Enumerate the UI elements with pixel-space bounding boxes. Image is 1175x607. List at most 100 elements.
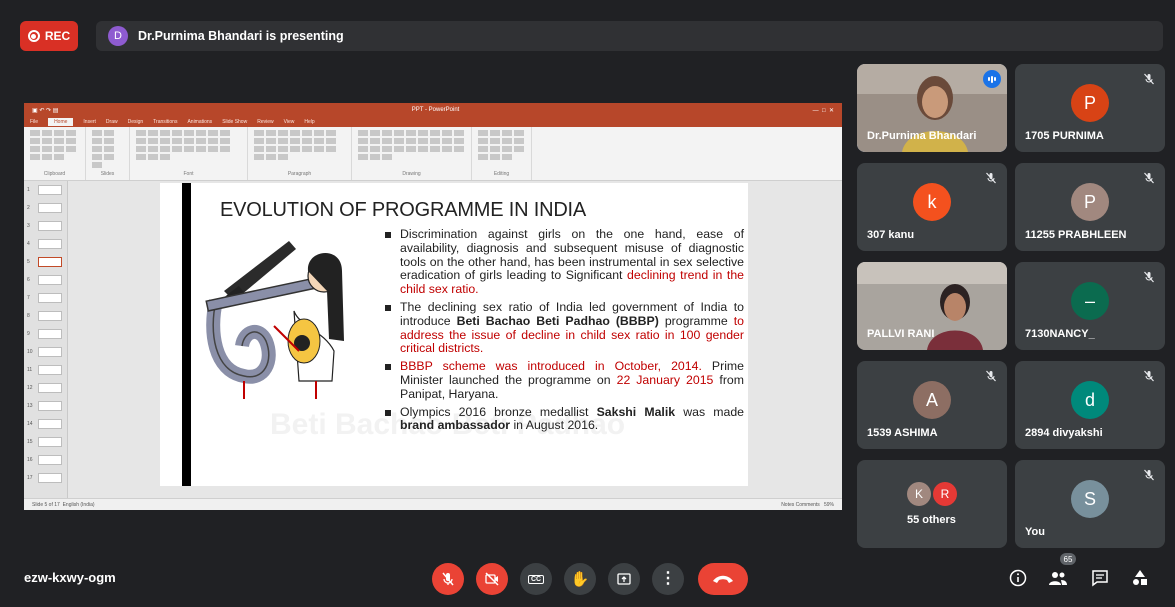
participant-tile[interactable]: d 2894 divyakshi <box>1015 361 1165 449</box>
participant-tile[interactable]: Dr.Purnima Bhandari <box>857 64 1007 152</box>
slide-thumbnail[interactable] <box>38 275 62 285</box>
slide-thumb-number: 4 <box>27 241 30 247</box>
participant-tile[interactable]: – 7130NANCY_ <box>1015 262 1165 350</box>
bullet-4: Olympics 2016 bronze medallist Sakshi Ma… <box>384 404 744 434</box>
participant-tile[interactable]: A 1539 ASHIMA <box>857 361 1007 449</box>
slide-thumbnail[interactable] <box>38 293 62 303</box>
ppt-title-bar: ▣ ↶ ↷ ▤ PPT - PowerPoint — □ ✕ <box>24 103 842 117</box>
meeting-details-button[interactable] <box>1006 566 1030 590</box>
ribbon-group-font: Font <box>130 127 248 180</box>
ppt-status-left: Slide 5 of 17 English (India) <box>32 502 95 508</box>
ppt-tab-insert[interactable]: Insert <box>83 119 96 125</box>
ribbon-group-label: Clipboard <box>43 171 66 177</box>
slide-thumbnail[interactable] <box>38 347 62 357</box>
bullet-3-highlight: BBBP scheme was introduced in October, 2… <box>400 359 702 374</box>
hand-icon: ✋ <box>570 571 590 588</box>
participant-name: You <box>1025 526 1045 538</box>
participant-tile[interactable]: S You <box>1015 460 1165 548</box>
bullet-4-bold-2: brand ambassador <box>400 418 511 433</box>
mic-off-icon <box>442 572 454 586</box>
participant-name: Dr.Purnima Bhandari <box>867 130 977 142</box>
slide-thumbnail[interactable] <box>38 257 62 267</box>
slide-thumbnail[interactable] <box>38 473 62 483</box>
participant-name: 1705 PURNIMA <box>1025 130 1104 142</box>
people-button[interactable] <box>1046 566 1070 590</box>
hang-up-icon <box>713 575 733 583</box>
more-options-button[interactable]: ⋮ <box>652 563 684 595</box>
participant-avatar: d <box>1071 381 1109 419</box>
beti-bachao-illustration <box>205 241 344 399</box>
ppt-tab-slide-show[interactable]: Slide Show <box>222 119 247 125</box>
slide-thumbnail[interactable] <box>38 221 62 231</box>
ppt-tab-draw[interactable]: Draw <box>106 119 118 125</box>
mic-off-icon <box>1143 468 1155 481</box>
activities-icon <box>1133 570 1147 585</box>
ribbon-group-icons[interactable] <box>478 130 525 160</box>
ribbon-group-paragraph: Paragraph <box>248 127 352 180</box>
participant-tile[interactable]: P 11255 PRABHLEEN <box>1015 163 1165 251</box>
ppt-ribbon: Clipboard Slides Font Paragraph Drawing Editi… <box>24 127 842 181</box>
participant-tile[interactable]: P 1705 PURNIMA <box>1015 64 1165 152</box>
slide-thumb-number: 12 <box>27 385 33 391</box>
slide-thumbnail[interactable] <box>38 455 62 465</box>
slide-thumbnail[interactable] <box>38 383 62 393</box>
presenting-text: Dr.Purnima Bhandari is presenting <box>138 29 344 43</box>
participant-name: 307 kanu <box>867 229 915 241</box>
ppt-tab-review[interactable]: Review <box>257 119 273 125</box>
bullet-4-text-2: was made <box>675 404 744 419</box>
slide-thumbnail[interactable] <box>38 185 62 195</box>
shared-screen: ▣ ↶ ↷ ▤ PPT - PowerPoint — □ ✕ File Home I… <box>24 103 842 510</box>
ppt-tab-help[interactable]: Help <box>304 119 314 125</box>
participant-avatar: R <box>933 482 957 506</box>
participant-name: 55 others <box>907 514 956 526</box>
bullet-1: Discrimination against girls on the one … <box>384 227 744 297</box>
ppt-language: English (India) <box>62 501 95 508</box>
slide-thumb-number: 7 <box>27 295 30 301</box>
slide-thumb-number: 6 <box>27 277 30 283</box>
slide-thumbnail[interactable] <box>38 311 62 321</box>
present-button[interactable] <box>608 563 640 595</box>
ppt-tab-home[interactable]: Home <box>48 118 74 126</box>
slide-thumbnail[interactable] <box>38 401 62 411</box>
participant-tile[interactable]: K R 55 others <box>857 460 1007 548</box>
chat-button[interactable] <box>1088 566 1112 590</box>
ribbon-group-icons[interactable] <box>30 130 79 160</box>
ppt-tab-design[interactable]: Design <box>128 119 144 125</box>
ppt-tab-view[interactable]: View <box>284 119 295 125</box>
participant-avatar: P <box>1071 84 1109 122</box>
participant-avatar: K <box>907 482 931 506</box>
slide-thumbnail[interactable] <box>38 329 62 339</box>
ppt-tab-animations[interactable]: Animations <box>187 119 212 125</box>
ppt-tab-transitions[interactable]: Transitions <box>153 119 177 125</box>
participant-tile[interactable]: PALLVI RANI <box>857 262 1007 350</box>
raise-hand-button[interactable]: ✋ <box>564 563 596 595</box>
ribbon-group-icons[interactable] <box>92 130 123 168</box>
ribbon-group-label: Editing <box>493 171 510 177</box>
participant-avatar: A <box>913 381 951 419</box>
ribbon-group-icons[interactable] <box>136 130 241 160</box>
mic-toggle-button[interactable] <box>432 563 464 595</box>
slide-thumbnail[interactable] <box>38 365 62 375</box>
activities-button[interactable] <box>1128 566 1152 590</box>
slide-thumb-number: 13 <box>27 403 33 409</box>
slide-thumbnail[interactable] <box>38 437 62 447</box>
slide-thumbnail[interactable] <box>38 419 62 429</box>
ribbon-group-clipboard: Clipboard <box>24 127 86 180</box>
participant-tile[interactable]: k 307 kanu <box>857 163 1007 251</box>
slide-thumbnail[interactable] <box>38 203 62 213</box>
bullet-2: The declining sex ratio of India led gov… <box>384 300 744 356</box>
record-icon <box>27 30 40 42</box>
ribbon-group-label: Drawing <box>402 171 421 177</box>
participant-avatar: S <box>1071 480 1109 518</box>
leave-call-button[interactable] <box>698 563 748 595</box>
participant-name: 2894 divyakshi <box>1025 427 1103 439</box>
bullet-2-bold: Beti Bachao Beti Padhao (BBBP) <box>456 313 659 328</box>
captions-button[interactable]: CC <box>520 563 552 595</box>
ppt-tab-file[interactable]: File <box>30 119 38 125</box>
slide-thumbnail[interactable] <box>38 239 62 249</box>
ribbon-group-icons[interactable] <box>254 130 345 160</box>
participant-avatar: – <box>1071 282 1109 320</box>
ribbon-group-icons[interactable] <box>358 130 465 160</box>
mic-off-icon <box>1143 171 1155 184</box>
camera-toggle-button[interactable] <box>476 563 508 595</box>
